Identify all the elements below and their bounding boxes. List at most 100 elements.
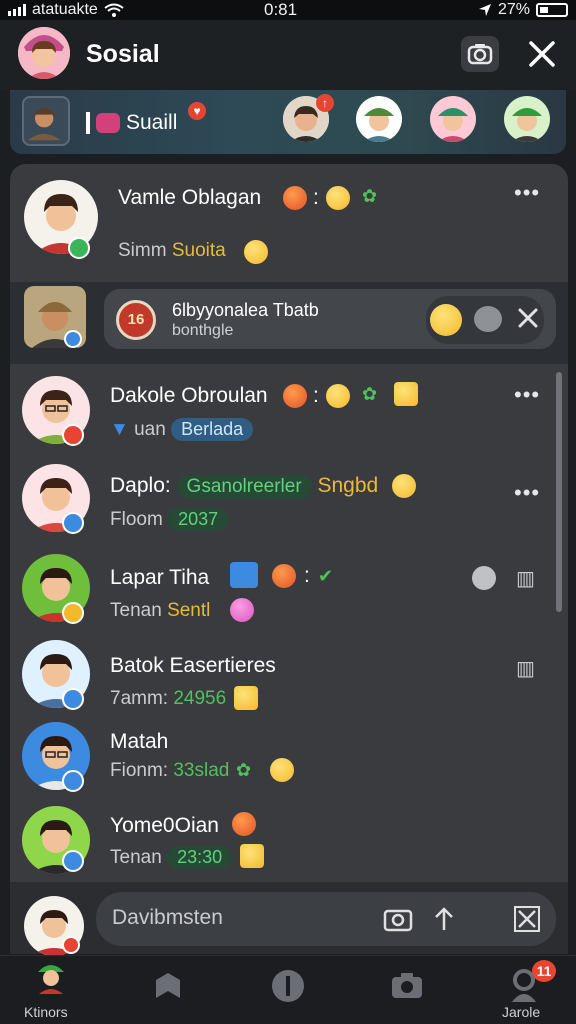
chat-name[interactable]: Vamle Oblagan: [118, 186, 261, 210]
chat-tag: Sentl: [167, 600, 211, 621]
divider: [86, 112, 90, 134]
camera-icon: [383, 909, 413, 932]
chat-tag: 24956: [173, 688, 227, 709]
notification-badge: 11: [532, 960, 556, 982]
story-avatar-3[interactable]: [430, 96, 476, 142]
nav-bookmark-button[interactable]: [152, 970, 184, 1007]
angry-emoji-icon: [283, 186, 307, 210]
reaction-icon[interactable]: [474, 306, 502, 332]
upload-button[interactable]: [430, 904, 458, 939]
chat-pill: Berlada: [171, 418, 254, 441]
more-options-icon[interactable]: •••: [514, 382, 540, 408]
close-square-icon: [514, 906, 540, 932]
sad-emoji-button[interactable]: [472, 566, 496, 590]
plant-emoji-icon: ✔: [318, 566, 334, 586]
status-icon: [62, 602, 84, 624]
separator-colon: :: [313, 384, 319, 407]
page-title: Sosial: [86, 40, 160, 68]
chat-name[interactable]: Dakole Obroulan: [110, 384, 268, 408]
chat-preview: Tenan 23:30: [110, 846, 233, 869]
camera-attach-button[interactable]: [382, 904, 414, 939]
dog-emoji-icon: [240, 844, 264, 868]
chat-preview: Tenan Sentl: [110, 600, 211, 621]
signal-icon: [8, 4, 26, 16]
angry-emoji-icon: [272, 564, 296, 588]
upload-icon: [435, 907, 453, 930]
camera-icon: [467, 44, 493, 65]
bookmark-icon: [156, 973, 180, 998]
chat-pill: 23:30: [167, 846, 233, 869]
status-time: 0:81: [264, 0, 298, 19]
more-options-icon[interactable]: •••: [514, 180, 540, 206]
status-bar: atatuakte 0:81 27%: [0, 0, 576, 20]
grin-emoji-icon: [392, 474, 416, 498]
scrollbar[interactable]: [556, 372, 562, 612]
carrier-name: atatuakte: [32, 1, 98, 18]
heart-eyes-emoji-icon: [230, 598, 254, 622]
notification-badge: 16: [116, 300, 156, 340]
chat-preview: Simm Suoita: [118, 240, 226, 261]
chat-bubble-icon: [96, 113, 120, 133]
profile-avatar[interactable]: [18, 27, 70, 79]
close-composer-button[interactable]: [512, 904, 542, 939]
verified-icon: [64, 330, 82, 348]
chat-tag: Suoita: [171, 240, 226, 261]
smile-emoji-icon: [326, 186, 350, 210]
camera-button[interactable]: [461, 36, 499, 72]
notification-title: 6lbyyonalea Tbatb: [172, 300, 319, 320]
close-button[interactable]: [524, 36, 560, 72]
plant-emoji-icon: ✿: [362, 384, 378, 404]
image-icon: [230, 562, 258, 588]
chart-icon[interactable]: ▥: [516, 656, 535, 681]
story-alert-icon: ↑: [316, 94, 334, 112]
separator-colon: :: [313, 186, 319, 209]
notification-subtitle: bonthgle: [172, 322, 234, 339]
message-placeholder: Davibmsten: [112, 906, 223, 929]
verified-icon: [62, 688, 84, 710]
nav-label-left: Ktinors: [24, 1004, 68, 1020]
plant-emoji-icon: ✿: [236, 760, 252, 780]
plant-emoji-icon: ✿: [362, 186, 378, 206]
nav-camera-button[interactable]: [390, 970, 424, 1005]
wink-emoji-icon: [244, 240, 268, 264]
chart-icon[interactable]: ▥: [516, 566, 535, 591]
chat-preview: Fionm: 33slad: [110, 760, 230, 781]
story-avatar-2[interactable]: [356, 96, 402, 142]
battery-icon: [536, 3, 568, 17]
nav-home-avatar[interactable]: [36, 962, 66, 994]
separator-colon: :: [304, 564, 310, 587]
nav-info-button[interactable]: [270, 968, 306, 1009]
chat-name[interactable]: Matah: [110, 730, 168, 754]
more-options-icon[interactable]: •••: [514, 480, 540, 506]
wifi-icon: [104, 3, 124, 17]
stories-label: Suaill: [126, 111, 178, 134]
heart-icon: ♥: [188, 102, 206, 120]
chat-preview: 7amm: 24956: [110, 688, 227, 709]
story-avatar-4[interactable]: [504, 96, 550, 142]
verified-icon: [62, 512, 84, 534]
verified-icon: [62, 770, 84, 792]
status-icon: [62, 424, 84, 446]
chat-name-tag: Gsanolreerler: [176, 475, 312, 499]
dismiss-button[interactable]: [514, 304, 542, 337]
chat-name-tag-2: Sngbd: [317, 474, 379, 497]
angry-emoji-icon: [283, 384, 307, 408]
chat-name[interactable]: Lapar Tiha: [110, 566, 209, 590]
chat-name[interactable]: Yome0Oian: [110, 814, 219, 838]
chat-pill: 2037: [168, 508, 229, 531]
close-icon: [529, 41, 555, 67]
close-icon: [518, 308, 538, 328]
chat-tag: 33slad: [173, 760, 230, 781]
camera-icon: [392, 973, 422, 998]
chat-name[interactable]: Daplo: Gsanolreerler Sngbd: [110, 474, 378, 499]
verified-icon: [68, 237, 90, 259]
chat-preview: ▼ uan Berlada: [110, 418, 254, 441]
location-icon: [478, 4, 491, 16]
smile-react-button[interactable]: [430, 304, 462, 336]
verified-icon: [62, 850, 84, 872]
chat-name[interactable]: Batok Easertieres: [110, 654, 276, 678]
nav-label-right: Jarole: [502, 1004, 541, 1020]
dog-emoji-icon: [394, 382, 418, 406]
my-story[interactable]: [22, 96, 70, 146]
status-icon: [62, 936, 80, 954]
